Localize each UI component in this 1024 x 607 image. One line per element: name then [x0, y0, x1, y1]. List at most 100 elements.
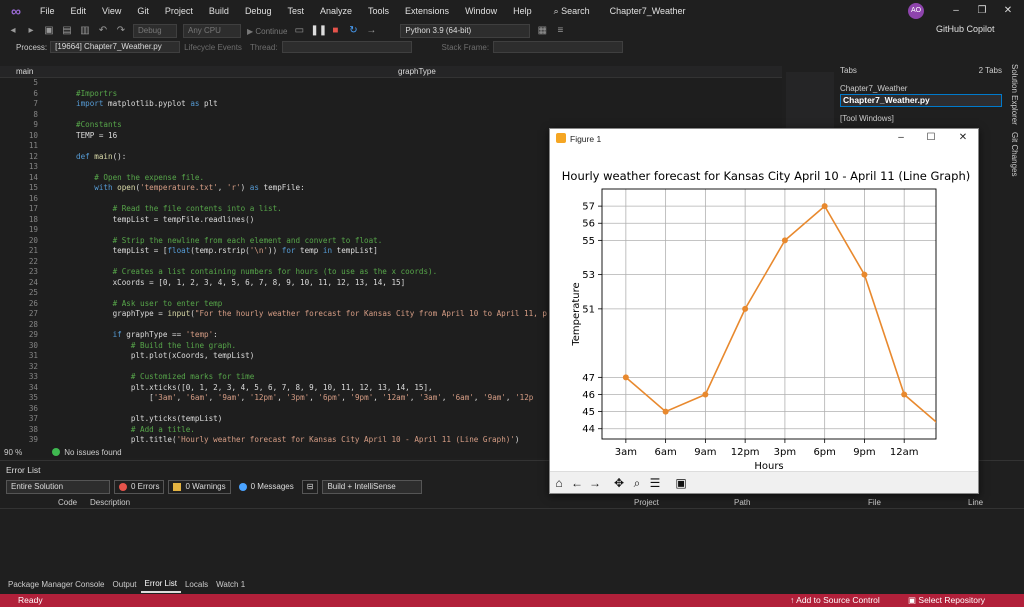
code-line[interactable]: 6 #Importrs	[0, 89, 782, 100]
scope-select[interactable]: Entire Solution	[6, 480, 110, 494]
menu-view[interactable]: View	[94, 0, 129, 22]
menu-test[interactable]: Test	[279, 0, 312, 22]
layout-icon[interactable]: ▦	[535, 24, 549, 38]
x-tick-label: 3pm	[774, 447, 796, 458]
code-token: matplotlib.pyplot	[103, 99, 191, 108]
column-description[interactable]: Description	[90, 498, 130, 507]
restart-icon[interactable]: ↻	[346, 24, 360, 38]
column-code[interactable]: Code	[58, 498, 77, 507]
configure-icon[interactable]: ☰	[648, 476, 662, 490]
figure-toolbar: ⌂ ← → ✥ ⌕ ☰ ▣	[550, 471, 978, 493]
pause-icon[interactable]: ❚❚	[310, 24, 327, 38]
code-line[interactable]: 5	[0, 78, 782, 89]
menu-file[interactable]: File	[32, 0, 63, 22]
code-token: "For the hourly weather forecast for Kan…	[194, 309, 547, 318]
code-line[interactable]: 8	[0, 110, 782, 121]
lifecycle-events-button[interactable]: Lifecycle Events	[184, 43, 242, 52]
menu-edit[interactable]: Edit	[63, 0, 95, 22]
code-token: plt.plot(xCoords, tempList)	[76, 351, 255, 360]
active-tab[interactable]: Chapter7_Weather.py	[840, 94, 1002, 107]
tab-package-manager-console[interactable]: Package Manager Console	[4, 578, 109, 592]
platform-select[interactable]: Any CPU	[183, 24, 241, 38]
back-icon[interactable]: ←	[570, 476, 584, 490]
build-source-select[interactable]: Build + IntelliSense	[322, 480, 423, 494]
menu-help[interactable]: Help	[505, 0, 540, 22]
figure-close-icon[interactable]: ✕	[956, 132, 970, 143]
continue-button[interactable]: ▶ Continue	[247, 27, 287, 36]
code-token: # Customized marks for time	[76, 372, 255, 381]
menu-tools[interactable]: Tools	[360, 0, 397, 22]
solution-explorer-tab[interactable]: Solution Explorer	[1010, 64, 1019, 125]
save-all-icon[interactable]: ▥	[78, 24, 92, 38]
pan-icon[interactable]: ✥	[612, 476, 626, 490]
figure-maximize-icon[interactable]: ☐	[924, 132, 938, 143]
line-number: 7	[33, 99, 38, 108]
menu-window[interactable]: Window	[457, 0, 505, 22]
python-environment-select[interactable]: Python 3.9 (64-bit)	[400, 24, 531, 38]
code-token: ,	[176, 393, 186, 402]
zoom-icon[interactable]: ⌕	[630, 476, 644, 490]
warnings-filter-button[interactable]: 0 Warnings	[168, 480, 231, 494]
avatar[interactable]: AO	[908, 3, 924, 19]
close-icon[interactable]: ✕	[994, 0, 1022, 22]
column-path[interactable]: Path	[734, 498, 750, 507]
stack-frame-select[interactable]	[493, 41, 624, 53]
menu-extensions[interactable]: Extensions	[397, 0, 457, 22]
git-changes-tab[interactable]: Git Changes	[1010, 132, 1019, 176]
back-navigate-icon[interactable]: ◂	[6, 24, 20, 38]
tab-watch-1[interactable]: Watch 1	[212, 578, 249, 592]
minimap[interactable]	[786, 72, 834, 132]
stop-icon[interactable]: ■	[328, 24, 342, 38]
y-tick-label: 46	[582, 390, 595, 401]
menu-analyze[interactable]: Analyze	[312, 0, 360, 22]
y-tick-label: 53	[582, 270, 595, 281]
filter-icon[interactable]: ⊟	[301, 480, 319, 494]
tab-locals[interactable]: Locals	[181, 578, 212, 592]
figure-titlebar[interactable]: Figure 1 – ☐ ✕	[550, 129, 978, 149]
figure-minimize-icon[interactable]: –	[894, 132, 908, 143]
menu-git[interactable]: Git	[129, 0, 157, 22]
select-repository-button[interactable]: ▣ Select Repository	[908, 595, 985, 606]
issues-status[interactable]: No issues found	[64, 448, 121, 457]
restore-icon[interactable]: ❐	[968, 0, 996, 22]
add-to-source-control-button[interactable]: ↑ Add to Source Control	[790, 595, 880, 605]
code-token: )	[240, 183, 250, 192]
errors-filter-button[interactable]: 0 Errors	[114, 480, 165, 494]
column-line[interactable]: Line	[968, 498, 983, 507]
scope-select[interactable]: main	[16, 66, 33, 78]
column-file[interactable]: File	[868, 498, 881, 507]
menu-debug[interactable]: Debug	[237, 0, 280, 22]
save-icon[interactable]: ▣	[674, 476, 688, 490]
column-project[interactable]: Project	[634, 498, 659, 507]
member-select[interactable]: graphType	[398, 66, 436, 78]
undo-icon[interactable]: ↶	[96, 24, 110, 38]
step-icon[interactable]: →	[364, 24, 378, 38]
process-select[interactable]: [19664] Chapter7_Weather.py	[50, 41, 181, 53]
github-copilot-button[interactable]: GitHub Copilot	[936, 24, 995, 34]
code-line[interactable]: 7 import matplotlib.pyplot as plt	[0, 99, 782, 110]
code-token: ,	[409, 393, 420, 402]
forward-icon[interactable]: →	[588, 476, 602, 490]
code-token: :	[213, 330, 218, 339]
menu-build[interactable]: Build	[201, 0, 237, 22]
editor-navigation-bar: main graphType	[0, 66, 782, 78]
search-box[interactable]: ⌕ Search	[548, 6, 596, 17]
tab-error-list[interactable]: Error List	[140, 577, 181, 593]
new-item-icon[interactable]: ▣	[42, 24, 56, 38]
tab-output[interactable]: Output	[109, 578, 141, 592]
save-icon[interactable]: ▤	[60, 24, 74, 38]
code-text: ['3am', '6am', '9am', '12pm', '3pm', '6p…	[76, 393, 533, 404]
zoom-level[interactable]: 90 %	[4, 448, 22, 457]
menu-project[interactable]: Project	[157, 0, 201, 22]
folder-icon[interactable]: ▭	[292, 24, 306, 38]
home-icon[interactable]: ⌂	[552, 476, 566, 490]
messages-filter-button[interactable]: 0 Messages	[235, 480, 298, 494]
redo-icon[interactable]: ↷	[114, 24, 128, 38]
code-token: plt.title(	[76, 435, 177, 444]
code-token: '3am'	[153, 393, 177, 402]
comment-icon[interactable]: ≡	[553, 24, 567, 38]
configuration-select[interactable]: Debug	[133, 24, 177, 38]
thread-select[interactable]	[281, 41, 412, 53]
forward-navigate-icon[interactable]: ▸	[24, 24, 38, 38]
minimize-icon[interactable]: –	[942, 0, 970, 22]
